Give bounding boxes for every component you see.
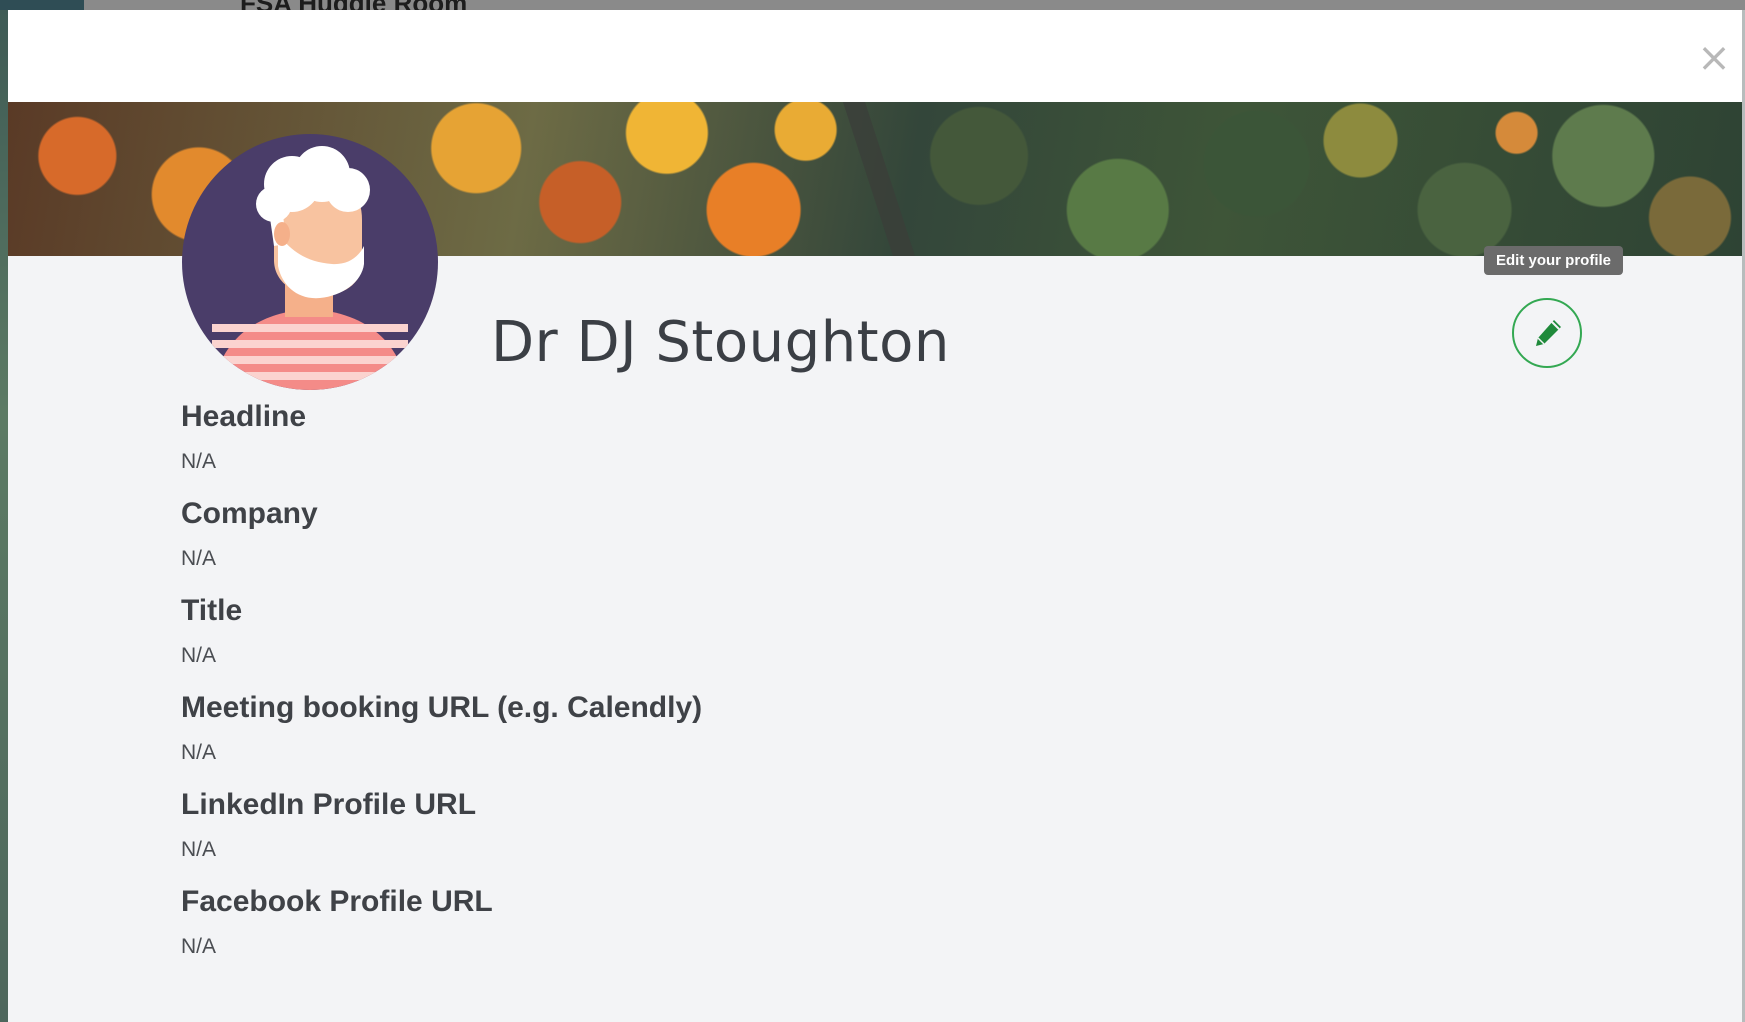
avatar bbox=[182, 134, 438, 390]
field-title: Title N/A bbox=[181, 594, 242, 668]
field-label: Company bbox=[181, 497, 318, 530]
field-value: N/A bbox=[181, 838, 217, 861]
field-facebook-url: Facebook Profile URL N/A bbox=[181, 885, 493, 959]
pencil-icon bbox=[1536, 320, 1561, 346]
field-company: Company N/A bbox=[181, 497, 318, 571]
field-value: N/A bbox=[181, 547, 217, 570]
field-value: N/A bbox=[181, 741, 217, 764]
modal-header: × bbox=[8, 10, 1742, 102]
field-value: N/A bbox=[181, 935, 217, 958]
field-label: Title bbox=[181, 594, 243, 627]
edit-profile-button[interactable] bbox=[1512, 298, 1582, 368]
profile-name: Dr DJ Stoughton bbox=[491, 310, 950, 375]
field-label: Facebook Profile URL bbox=[181, 885, 493, 918]
close-icon[interactable]: × bbox=[1694, 38, 1734, 78]
field-headline: Headline N/A bbox=[181, 400, 306, 474]
background-logo bbox=[0, 0, 84, 10]
profile-modal: × Dr DJ Stoughton Edit your profile Head… bbox=[8, 10, 1742, 1022]
field-linkedin-url: LinkedIn Profile URL N/A bbox=[181, 788, 476, 862]
field-label: LinkedIn Profile URL bbox=[181, 788, 477, 821]
field-label: Meeting booking URL (e.g. Calendly) bbox=[181, 691, 703, 724]
field-label: Headline bbox=[181, 400, 307, 433]
background-left-edge bbox=[0, 10, 8, 1022]
avatar-illustration bbox=[212, 146, 408, 390]
field-meeting-booking-url: Meeting booking URL (e.g. Calendly) N/A bbox=[181, 691, 702, 765]
edit-profile-tooltip: Edit your profile bbox=[1484, 246, 1624, 275]
field-value: N/A bbox=[181, 644, 217, 667]
field-value: N/A bbox=[181, 450, 217, 473]
